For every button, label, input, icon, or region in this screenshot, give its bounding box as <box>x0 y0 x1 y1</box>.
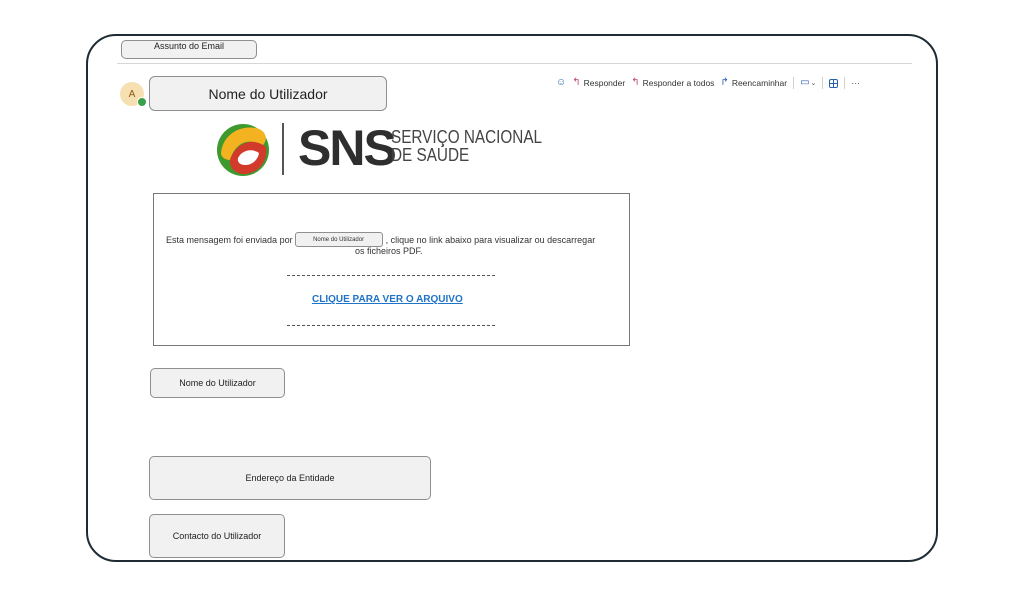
toolbar-divider <box>844 77 846 89</box>
toolbar-divider <box>822 77 824 89</box>
toolbar-divider <box>793 77 795 89</box>
dashed-divider-bottom <box>287 325 495 326</box>
reply-all-label: Responder a todos <box>642 78 715 88</box>
apps-grid-icon[interactable] <box>829 78 839 88</box>
logo-subtitle-line2: DE SAÚDE <box>391 145 470 165</box>
chevron-down-icon: ⌄ <box>810 80 817 87</box>
reply-label: Responder <box>583 78 626 88</box>
message-text-line1: Esta mensagem foi enviada por Nome do Ut… <box>166 232 595 247</box>
dashed-divider-top <box>287 275 495 276</box>
sender-name[interactable]: Nome do Utilizador <box>149 76 387 111</box>
email-subject: Assunto do Email <box>121 40 257 59</box>
move-to-folder-icon: ▭ <box>800 77 810 88</box>
logo-brand-text: SNS <box>298 120 397 176</box>
reply-button[interactable]: ↰ Responder <box>572 77 626 89</box>
signature-name: Nome do Utilizador <box>150 368 285 398</box>
presence-status-icon <box>137 97 147 107</box>
more-options-button[interactable]: ··· <box>851 78 860 88</box>
forward-button[interactable]: ↱ Reencaminhar <box>720 77 788 89</box>
emoji-react-icon[interactable]: ☺ <box>556 78 566 88</box>
view-file-link[interactable]: CLIQUE PARA VER O ARQUIVO <box>312 294 463 305</box>
message-actions-toolbar: ☺ ↰ Responder ↰ Responder a todos ↱ Reen… <box>556 76 860 90</box>
message-text-line2: os ficheiros PDF. <box>355 246 423 256</box>
header-divider <box>117 63 912 64</box>
forward-label: Reencaminhar <box>731 78 788 88</box>
message-card <box>153 193 630 346</box>
logo-subtitle-line1: SERVIÇO NACIONAL <box>391 127 543 147</box>
signature-contact: Contacto do Utilizador <box>149 514 285 558</box>
reply-all-icon: ↰ <box>631 77 640 88</box>
move-dropdown-button[interactable]: ▭ ⌄ <box>800 78 816 88</box>
message-text-after: , clique no link abaixo para visualizar … <box>385 234 596 245</box>
reply-icon: ↰ <box>572 77 581 88</box>
signature-address: Endereço da Entidade <box>149 456 431 500</box>
message-text-before: Esta mensagem foi enviada por <box>166 234 293 245</box>
inline-sender-name: Nome do Utilizador <box>294 232 383 247</box>
logo-divider <box>282 123 284 175</box>
forward-icon: ↱ <box>720 77 729 88</box>
reply-all-button[interactable]: ↰ Responder a todos <box>631 77 715 89</box>
logo-subtitle: SERVIÇO NACIONAL DE SAÚDE <box>391 128 542 164</box>
